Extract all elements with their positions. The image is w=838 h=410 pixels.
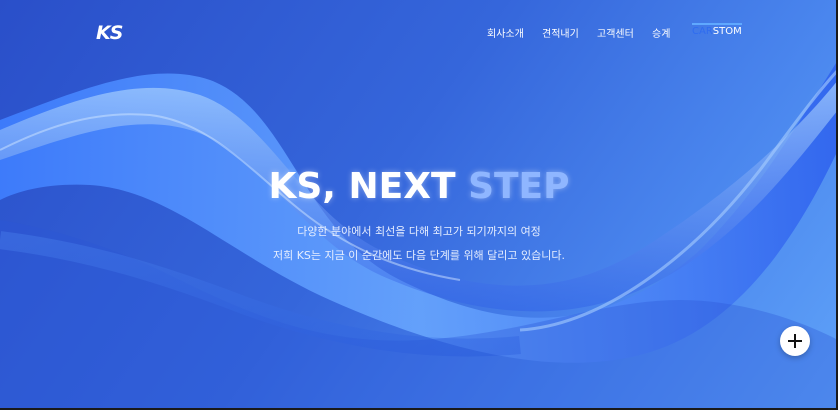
hero-section: KS 회사소개 견적내기 고객센터 승계 CARSTOM KS, NEXT ST… [0,0,838,410]
nav-item-succession[interactable]: 승계 [652,25,670,40]
nav-item-company-intro[interactable]: 회사소개 [487,25,524,40]
top-nav: 회사소개 견적내기 고객센터 승계 CARSTOM [0,23,836,45]
hero-subtitle-line-1: 다양한 분야에서 최선을 다해 최고가 되기까지의 여정 [297,225,541,238]
plus-icon [788,334,802,348]
nav-item-customer-center[interactable]: 고객센터 [597,25,634,40]
hero-subtitle-line-2: 저희 KS는 지금 이 순간에도 다음 단계를 위해 달리고 있습니다. [272,249,566,262]
hero-title-highlight: STEP [468,166,570,207]
nav-item-estimate[interactable]: 견적내기 [542,25,579,40]
hero-title: KS, NEXT STEP [0,166,836,207]
nav-item-carstom[interactable]: CARSTOM [692,23,742,37]
nav-carstom-part-a: CAR [692,26,713,37]
floating-plus-button[interactable] [780,326,810,356]
nav-carstom-part-b: STOM [712,26,742,37]
hero-title-main: KS, NEXT [268,166,469,207]
